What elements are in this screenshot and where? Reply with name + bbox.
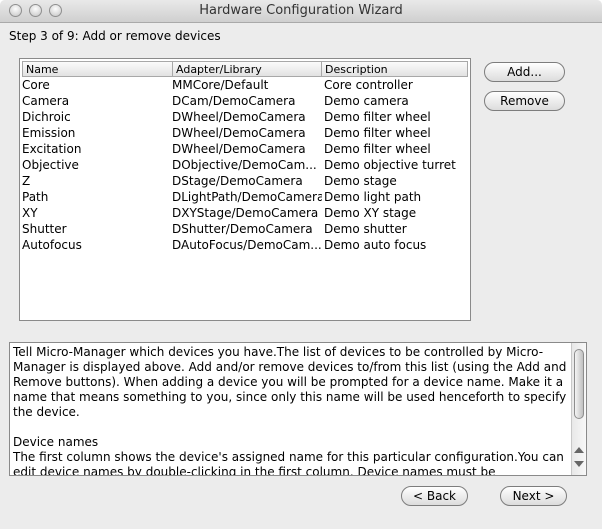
device-adapter[interactable]: MMCore/Default — [172, 78, 322, 92]
device-name[interactable]: Core — [22, 78, 170, 92]
device-adapter[interactable]: DWheel/DemoCamera — [172, 110, 322, 124]
device-name[interactable]: Objective — [22, 158, 170, 172]
help-scrollbar[interactable] — [571, 343, 586, 475]
help-paragraph: The first column shows the device's assi… — [13, 450, 564, 476]
device-name[interactable]: Dichroic — [22, 110, 170, 124]
device-name[interactable]: XY — [22, 206, 170, 220]
device-description[interactable]: Demo light path — [324, 190, 468, 204]
table-row[interactable]: Objective DObjective/DemoCam... Demo obj… — [22, 158, 468, 174]
device-name[interactable]: Z — [22, 174, 170, 188]
device-name[interactable]: Autofocus — [22, 238, 170, 252]
device-description[interactable]: Demo XY stage — [324, 206, 468, 220]
device-description[interactable]: Demo objective turret — [324, 158, 468, 172]
table-row[interactable]: Core MMCore/Default Core controller — [22, 78, 468, 94]
device-adapter[interactable]: DXYStage/DemoCamera — [172, 206, 322, 220]
device-description[interactable]: Core controller — [324, 78, 468, 92]
device-adapter[interactable]: DObjective/DemoCam... — [172, 158, 322, 172]
column-header-description[interactable]: Description — [325, 63, 388, 76]
device-description[interactable]: Demo auto focus — [324, 238, 468, 252]
device-name[interactable]: Shutter — [22, 222, 170, 236]
device-description[interactable]: Demo filter wheel — [324, 142, 468, 156]
column-header-name[interactable]: Name — [26, 63, 58, 76]
table-row[interactable]: XY DXYStage/DemoCamera Demo XY stage — [22, 206, 468, 222]
device-description[interactable]: Demo shutter — [324, 222, 468, 236]
table-header: Name Adapter/Library Description — [22, 61, 468, 77]
device-adapter[interactable]: DCam/DemoCamera — [172, 94, 322, 108]
scroll-up-arrow-icon[interactable] — [574, 447, 584, 453]
help-panel[interactable]: Tell Micro-Manager which devices you hav… — [9, 342, 587, 476]
device-adapter[interactable]: DLightPath/DemoCamera — [172, 190, 322, 204]
scroll-down-arrow-icon[interactable] — [574, 461, 584, 467]
device-adapter[interactable]: DShutter/DemoCamera — [172, 222, 322, 236]
window-title: Hardware Configuration Wizard — [199, 3, 403, 18]
table-row[interactable]: Camera DCam/DemoCamera Demo camera — [22, 94, 468, 110]
table-row[interactable]: Dichroic DWheel/DemoCamera Demo filter w… — [22, 110, 468, 126]
device-name[interactable]: Camera — [22, 94, 170, 108]
device-description[interactable]: Demo filter wheel — [324, 126, 468, 140]
back-button[interactable]: < Back — [401, 486, 468, 506]
add-device-button[interactable]: Add... — [484, 62, 565, 82]
column-header-adapter[interactable]: Adapter/Library — [176, 63, 262, 76]
next-button[interactable]: Next > — [500, 486, 567, 506]
device-adapter[interactable]: DStage/DemoCamera — [172, 174, 322, 188]
device-name[interactable]: Path — [22, 190, 170, 204]
device-name[interactable]: Excitation — [22, 142, 170, 156]
device-adapter[interactable]: DWheel/DemoCamera — [172, 126, 322, 140]
help-paragraph: Tell Micro-Manager which devices you hav… — [13, 345, 567, 419]
help-heading: Device names — [13, 435, 99, 449]
device-description[interactable]: Demo stage — [324, 174, 468, 188]
wizard-window: Hardware Configuration Wizard Step 3 of … — [0, 0, 602, 529]
table-row[interactable]: Shutter DShutter/DemoCamera Demo shutter — [22, 222, 468, 238]
scrollbar-thumb[interactable] — [574, 349, 584, 419]
device-description[interactable]: Demo filter wheel — [324, 110, 468, 124]
step-label: Step 3 of 9: Add or remove devices — [9, 29, 221, 43]
table-row[interactable]: Emission DWheel/DemoCamera Demo filter w… — [22, 126, 468, 142]
device-adapter[interactable]: DAutoFocus/DemoCam... — [172, 238, 322, 252]
column-divider[interactable] — [321, 62, 322, 76]
table-row[interactable]: Excitation DWheel/DemoCamera Demo filter… — [22, 142, 468, 158]
device-table: Name Adapter/Library Description Core MM… — [19, 58, 471, 321]
remove-device-button[interactable]: Remove — [484, 91, 565, 111]
column-divider[interactable] — [172, 62, 173, 76]
device-description[interactable]: Demo camera — [324, 94, 468, 108]
table-row[interactable]: Z DStage/DemoCamera Demo stage — [22, 174, 468, 190]
table-row[interactable]: Path DLightPath/DemoCamera Demo light pa… — [22, 190, 468, 206]
title-bar: Hardware Configuration Wizard — [0, 0, 602, 23]
help-text: Tell Micro-Manager which devices you hav… — [13, 345, 569, 476]
device-adapter[interactable]: DWheel/DemoCamera — [172, 142, 322, 156]
device-name[interactable]: Emission — [22, 126, 170, 140]
table-row[interactable]: Autofocus DAutoFocus/DemoCam... Demo aut… — [22, 238, 468, 254]
